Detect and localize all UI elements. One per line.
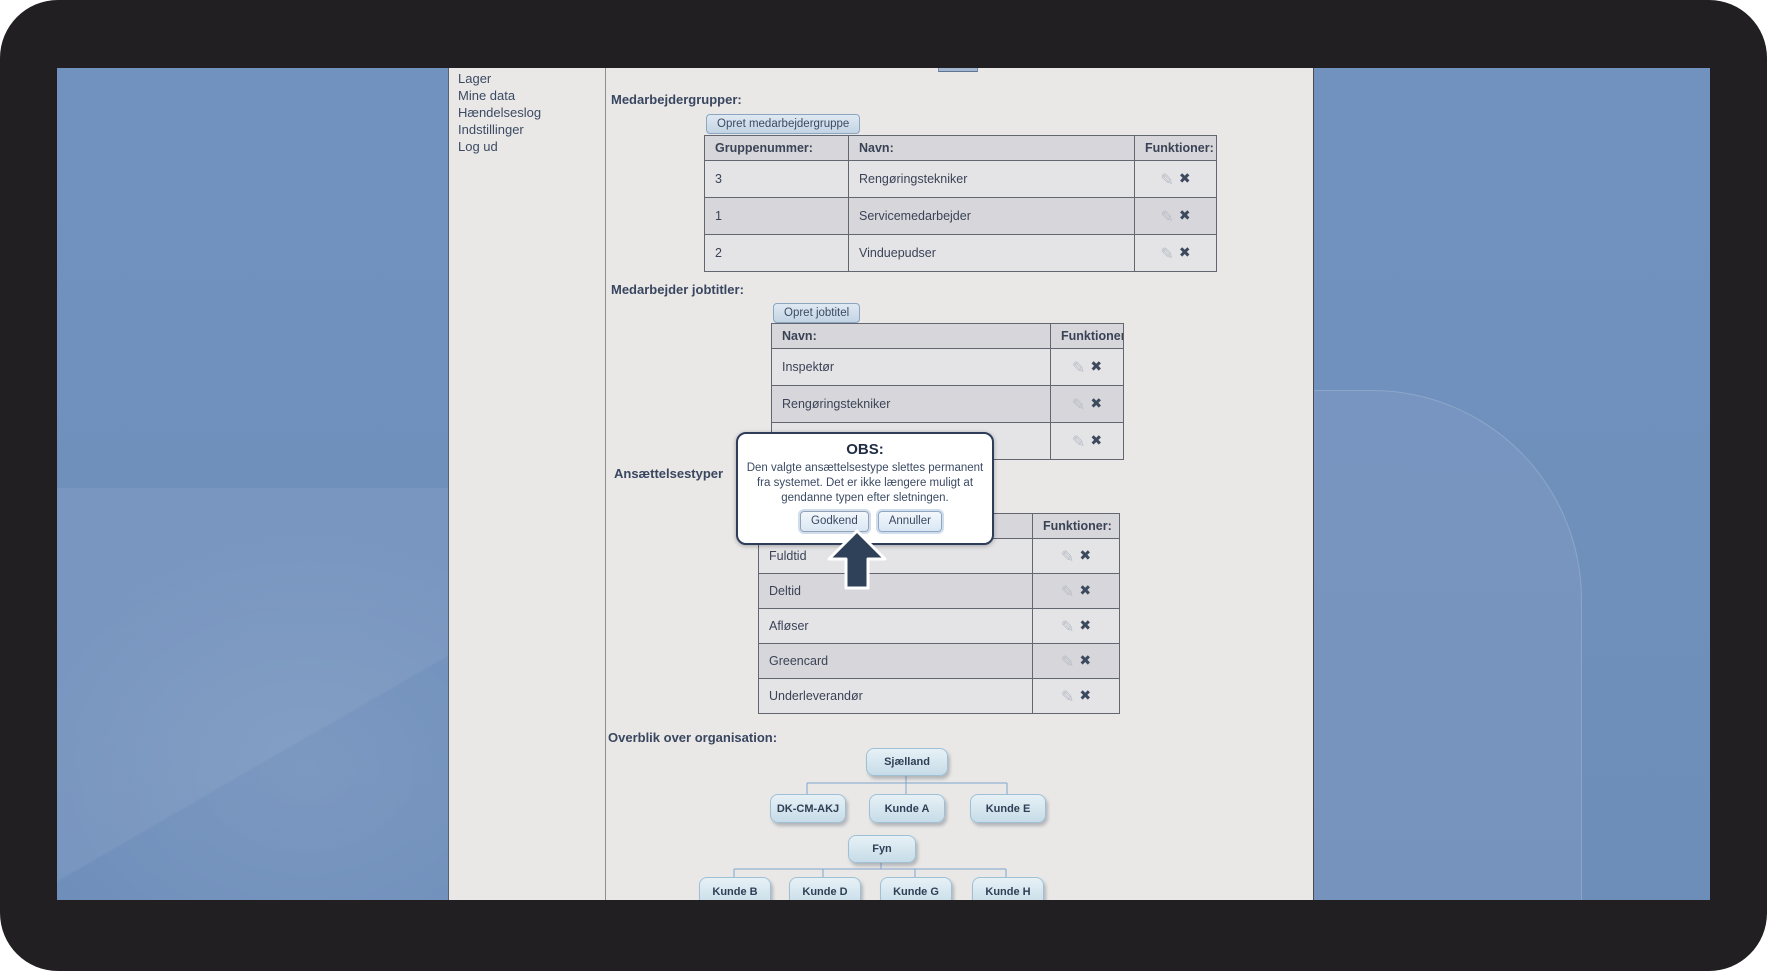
edit-icon[interactable]: ✎ [1072,432,1085,451]
edit-icon[interactable]: ✎ [1061,652,1074,671]
delete-icon[interactable]: ✖ [1079,548,1091,564]
screen: Lager Mine data Hændelseslog Indstilling… [57,68,1710,900]
sidebar-item-log-ud[interactable]: Log ud [458,139,498,154]
groups-header-row: Gruppenummer: Navn: Funktioner: [704,135,1217,161]
edit-icon[interactable]: ✎ [1072,358,1085,377]
column-header-funktioner: Funktioner: [1134,135,1217,161]
edit-icon[interactable]: ✎ [1061,582,1074,601]
groups-table: Gruppenummer: Navn: Funktioner: 3 Rengør… [704,135,1217,272]
employment-name-cell: Underleverandør [758,678,1033,714]
table-row: 1 Servicemedarbejder ✎ ✖ [704,197,1217,235]
group-name-cell: Servicemedarbejder [848,197,1135,235]
dialog-message: Den valgte ansættelsestype slettes perma… [746,462,984,504]
group-name-cell: Vinduepudser [848,234,1135,272]
edit-icon[interactable]: ✎ [1160,170,1173,189]
app-page: Lager Mine data Hændelseslog Indstilling… [448,68,1314,900]
delete-icon[interactable]: ✖ [1090,359,1102,375]
sidebar-item-mine-data[interactable]: Mine data [458,88,515,103]
confirm-dialog: OBS: Den valgte ansættelsestype slettes … [736,432,994,545]
groups-section-title: Medarbejdergrupper: [611,92,742,107]
table-row: Deltid ✎ ✖ [758,573,1120,609]
edit-icon[interactable]: ✎ [1160,207,1173,226]
org-node-sjaelland[interactable]: Sjælland [866,748,948,776]
dialog-title: OBS: [846,441,884,458]
edit-icon[interactable]: ✎ [1072,395,1085,414]
sidebar-item-lager[interactable]: Lager [458,71,491,86]
org-node-kunde-h[interactable]: Kunde H [972,877,1044,900]
group-number-cell: 3 [704,160,849,198]
employment-section-title: Ansættelsestyper [614,466,724,481]
column-header-navn: Navn: [848,135,1135,161]
table-row: 2 Vinduepudser ✎ ✖ [704,234,1217,272]
delete-icon[interactable]: ✖ [1079,618,1091,634]
org-node-dk-cm-akj[interactable]: DK-CM-AKJ [770,794,846,823]
table-row: Inspektør ✎ ✖ [771,348,1124,386]
delete-icon[interactable]: ✖ [1079,653,1091,669]
screenshot-canvas: Lager Mine data Hændelseslog Indstilling… [0,0,1767,971]
dialog-buttons: Godkend Annuller [738,510,992,532]
group-number-cell: 1 [704,197,849,235]
org-node-kunde-g[interactable]: Kunde G [880,877,952,900]
column-header-navn: Navn: [771,323,1051,349]
column-header-gruppenummer: Gruppenummer: [704,135,849,161]
confirm-button[interactable]: Godkend [800,510,869,532]
create-jobtitle-button[interactable]: Opret jobtitel [773,303,861,323]
sidebar-item-indstillinger[interactable]: Indstillinger [458,122,524,137]
employment-name-cell: Afløser [758,608,1033,644]
jobtitles-header-row: Navn: Funktioner: [771,323,1124,349]
cutoff-button[interactable] [938,68,978,72]
cancel-button[interactable]: Annuller [877,510,942,532]
delete-icon[interactable]: ✖ [1179,245,1191,261]
org-node-kunde-a[interactable]: Kunde A [869,794,945,823]
delete-icon[interactable]: ✖ [1179,171,1191,187]
org-node-kunde-d[interactable]: Kunde D [789,877,861,900]
employment-name-cell: Greencard [758,643,1033,679]
edit-icon[interactable]: ✎ [1061,547,1074,566]
edit-icon[interactable]: ✎ [1061,687,1074,706]
delete-icon[interactable]: ✖ [1079,583,1091,599]
employment-name-cell: Deltid [758,573,1033,609]
edit-icon[interactable]: ✎ [1160,244,1173,263]
group-name-cell: Rengøringstekniker [848,160,1135,198]
edit-icon[interactable]: ✎ [1061,617,1074,636]
column-header-funktioner: Funktioner: [1050,323,1124,349]
delete-icon[interactable]: ✖ [1179,208,1191,224]
delete-icon[interactable]: ✖ [1090,433,1102,449]
jobtitles-section-title: Medarbejder jobtitler: [611,282,744,297]
table-row: Greencard ✎ ✖ [758,643,1120,679]
organisation-section-title: Overblik over organisation: [608,730,778,745]
create-group-button[interactable]: Opret medarbejdergruppe [706,114,861,134]
jobtitle-name-cell: Inspektør [771,348,1051,386]
jobtitle-name-cell: Rengøringstekniker [771,385,1051,423]
table-row: Underleverandør ✎ ✖ [758,678,1120,714]
org-node-fyn[interactable]: Fyn [848,835,916,863]
group-number-cell: 2 [704,234,849,272]
org-node-kunde-e[interactable]: Kunde E [970,794,1046,823]
table-row: 3 Rengøringstekniker ✎ ✖ [704,160,1217,198]
column-header-funktioner: Funktioner: [1032,513,1120,539]
sidebar-nav: Lager Mine data Hændelseslog Indstilling… [449,68,606,900]
table-row: Rengøringstekniker ✎ ✖ [771,385,1124,423]
delete-icon[interactable]: ✖ [1090,396,1102,412]
org-node-kunde-b[interactable]: Kunde B [699,877,771,900]
sidebar-item-haendelseslog[interactable]: Hændelseslog [458,105,541,120]
delete-icon[interactable]: ✖ [1079,688,1091,704]
table-row: Afløser ✎ ✖ [758,608,1120,644]
